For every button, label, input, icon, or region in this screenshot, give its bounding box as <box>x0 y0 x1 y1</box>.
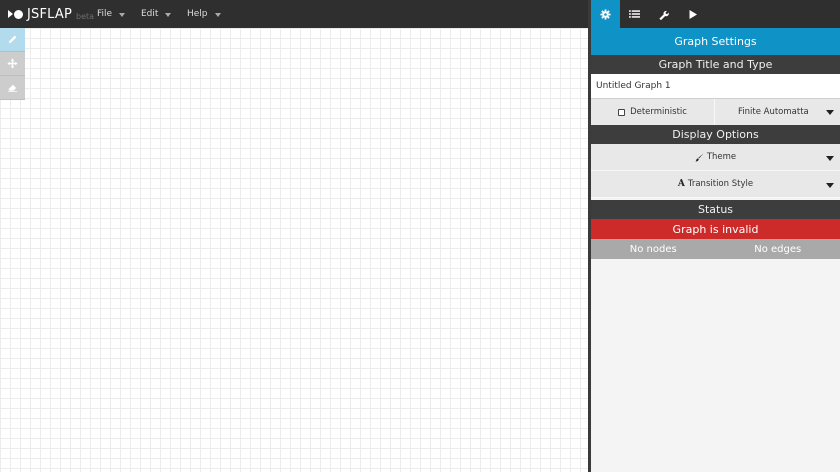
jsflap-app: JSFLAP beta File Edit Help Graph Setting… <box>0 0 840 472</box>
draw-tool-button[interactable] <box>0 28 25 52</box>
list-icon <box>629 10 640 18</box>
chevron-down-icon <box>214 12 221 17</box>
chevron-down-icon <box>165 12 172 17</box>
wrench-icon <box>659 10 669 20</box>
gear-icon <box>600 8 611 20</box>
panel-tabs <box>591 0 840 28</box>
brush-icon <box>695 152 704 162</box>
chevron-down-icon <box>826 183 834 188</box>
status-error-banner: Graph is invalid <box>591 219 840 239</box>
logo-icon <box>8 9 23 19</box>
menu-file[interactable]: File <box>97 0 126 28</box>
panel-title: Graph Settings <box>591 28 840 55</box>
deterministic-checkbox[interactable] <box>618 108 626 116</box>
chevron-down-icon <box>119 12 126 17</box>
graph-type-row: Deterministic Finite Automatta <box>591 98 840 125</box>
graph-type-value: Finite Automatta <box>738 107 809 117</box>
theme-label: Theme <box>706 152 737 162</box>
deterministic-label: Deterministic <box>630 107 687 117</box>
section-header-status: Status <box>591 200 840 219</box>
top-menu-bar: JSFLAP beta File Edit Help <box>0 0 588 28</box>
beta-badge: beta <box>76 11 95 21</box>
play-icon <box>689 9 697 19</box>
font-icon: A <box>677 179 685 189</box>
tab-run[interactable] <box>678 0 707 28</box>
theme-select[interactable]: Theme <box>591 144 840 171</box>
transition-style-label: Transition Style <box>687 179 754 189</box>
menu-help-label: Help <box>187 9 208 19</box>
graph-canvas[interactable] <box>0 28 588 472</box>
graph-type-select[interactable]: Finite Automatta <box>715 99 840 125</box>
menu-help[interactable]: Help <box>187 0 221 28</box>
chevron-down-icon <box>826 110 834 115</box>
app-name: JSFLAP <box>27 6 73 22</box>
section-header-display: Display Options <box>591 125 840 144</box>
graph-title-input[interactable]: Untitled Graph 1 <box>591 74 840 98</box>
section-header-title-type: Graph Title and Type <box>591 55 840 74</box>
menu-edit[interactable]: Edit <box>141 0 172 28</box>
move-tool-button[interactable] <box>0 52 25 76</box>
tool-palette <box>0 28 25 100</box>
menu-file-label: File <box>97 9 113 19</box>
edge-count: No edges <box>754 243 802 255</box>
deterministic-toggle[interactable]: Deterministic <box>591 99 715 125</box>
graph-counts: No nodes No edges <box>591 239 840 259</box>
node-count: No nodes <box>629 243 677 255</box>
menu-edit-label: Edit <box>141 9 159 19</box>
erase-tool-button[interactable] <box>0 76 25 100</box>
settings-panel: Graph Settings Graph Title and Type Unti… <box>591 0 840 472</box>
tab-tools[interactable] <box>649 0 678 28</box>
transition-style-select[interactable]: A Transition Style <box>591 171 840 198</box>
tab-list[interactable] <box>620 0 649 28</box>
eraser-icon <box>7 84 18 92</box>
app-logo: JSFLAP beta <box>8 6 94 22</box>
move-icon <box>7 58 18 69</box>
pencil-icon <box>8 35 17 44</box>
chevron-down-icon <box>826 156 834 161</box>
tab-settings[interactable] <box>591 0 620 28</box>
